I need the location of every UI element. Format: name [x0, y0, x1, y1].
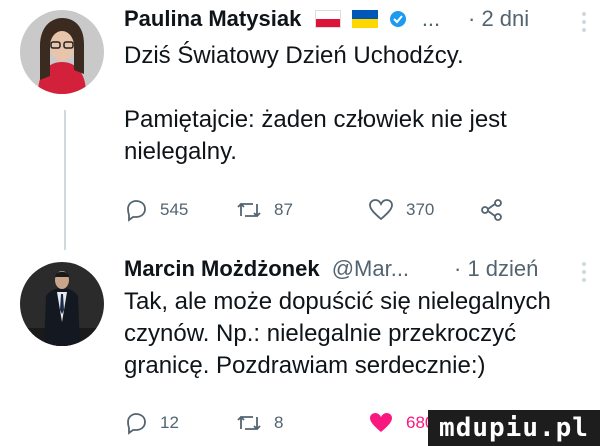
tweet-1-header: Paulina Matysiak ... — [124, 6, 440, 35]
share-button[interactable] — [480, 195, 504, 225]
reply-icon — [127, 200, 146, 222]
heart-filled-icon — [370, 413, 392, 432]
poland-flag-icon — [315, 10, 342, 28]
tweet-time[interactable]: · 1 dzień — [454, 256, 538, 282]
reply-button[interactable]: 545 — [124, 195, 188, 225]
like-button[interactable]: 680 — [368, 408, 434, 438]
retweet-icon — [237, 416, 261, 430]
thread-line-top — [64, 110, 66, 250]
reply-button[interactable]: 12 — [124, 408, 179, 438]
reply-icon — [127, 413, 146, 435]
retweet-icon — [237, 203, 261, 217]
share-icon — [481, 199, 502, 221]
author-name[interactable]: Marcin Możdżonek — [124, 256, 320, 281]
retweet-button[interactable]: 8 — [236, 408, 283, 438]
author-name[interactable]: Paulina Matysiak — [124, 6, 301, 31]
heart-icon — [369, 199, 393, 221]
author-handle[interactable]: @Mar... — [332, 256, 409, 281]
tweet-text: Dziś Światowy Dzień Uchodźcy. Pamiętajci… — [124, 42, 507, 165]
tweet-2-header: Marcin Możdżonek @Mar... — [124, 256, 409, 282]
author-handle[interactable]: ... — [422, 6, 440, 31]
tweet-time[interactable]: · 2 dni — [468, 6, 529, 32]
ukraine-flag-icon — [351, 10, 378, 28]
like-button[interactable]: 370 — [368, 195, 434, 225]
more-options-icon[interactable] — [582, 262, 586, 286]
avatar-paulina[interactable] — [20, 10, 104, 94]
retweet-button[interactable]: 87 — [236, 195, 293, 225]
retweet-count: 8 — [274, 413, 284, 432]
like-count: 370 — [406, 200, 435, 219]
reply-count: 12 — [160, 413, 179, 432]
tweet-1-actions: 545 87 370 — [124, 195, 524, 225]
retweet-count: 87 — [274, 200, 293, 219]
avatar-marcin[interactable] — [20, 262, 104, 346]
tweet-text: Tak, ale może dopuścić się nielegalnych … — [124, 288, 551, 379]
site-watermark: mdupiu.pl — [428, 410, 600, 446]
reply-count: 545 — [160, 200, 189, 219]
more-options-icon[interactable] — [582, 12, 586, 36]
verified-badge-icon — [388, 9, 408, 35]
